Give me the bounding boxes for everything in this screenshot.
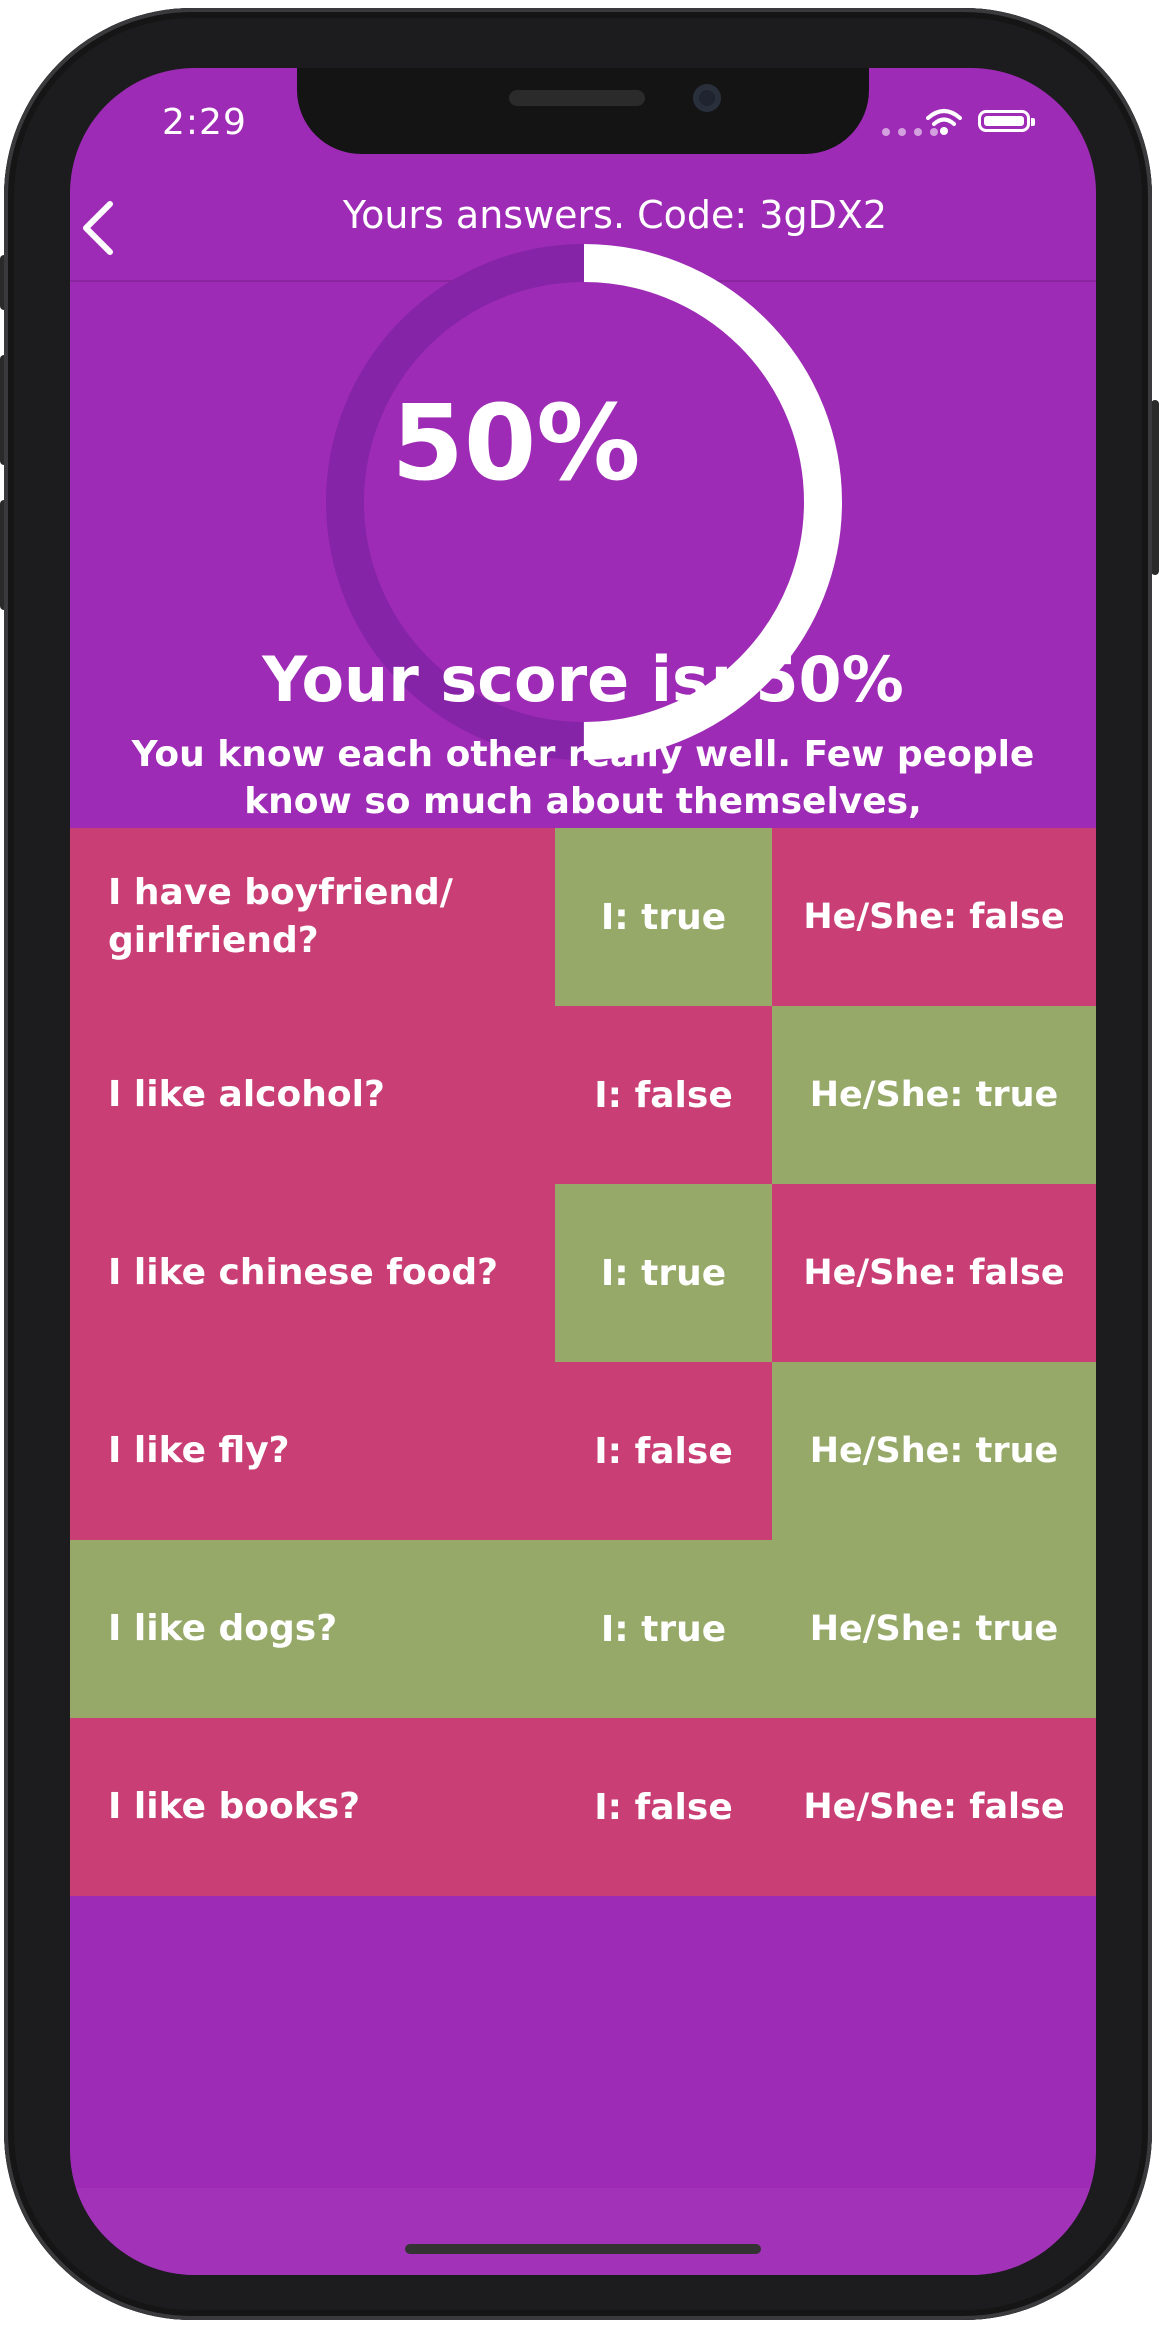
power-button bbox=[1151, 400, 1159, 575]
partner-answer-cell: He/She: true bbox=[772, 1540, 1096, 1718]
score-title: Your score is: 50% bbox=[262, 643, 904, 716]
partner-answer-cell: He/She: true bbox=[772, 1362, 1096, 1540]
phone-frame: 2:29 Yours answers. Code: 3gDX2 50% Your… bbox=[4, 8, 1152, 2320]
notch bbox=[297, 68, 869, 154]
my-answer-cell: I: true bbox=[555, 828, 772, 1006]
home-indicator[interactable] bbox=[405, 2244, 761, 2254]
question-cell: I have boyfriend/ girlfriend? bbox=[70, 828, 555, 1006]
my-answer-cell: I: true bbox=[555, 1184, 772, 1362]
answer-row: I like chinese food? I: true He/She: fal… bbox=[70, 1184, 1096, 1362]
my-answer-cell: I: false bbox=[555, 1718, 772, 1896]
my-answer-cell: I: false bbox=[555, 1006, 772, 1184]
my-answer-cell: I: false bbox=[555, 1362, 772, 1540]
my-answer-cell: I: true bbox=[555, 1540, 772, 1718]
question-cell: I like chinese food? bbox=[70, 1184, 555, 1362]
question-cell: I like books? bbox=[70, 1718, 555, 1896]
answer-row: I like alcohol? I: false He/She: true bbox=[70, 1006, 1096, 1184]
front-camera bbox=[693, 84, 721, 112]
battery-icon bbox=[978, 110, 1035, 132]
speaker-grille bbox=[509, 90, 645, 106]
answer-row: I like fly? I: false He/She: true bbox=[70, 1362, 1096, 1540]
wifi-icon bbox=[926, 109, 962, 135]
answer-row: I like dogs? I: true He/She: true bbox=[70, 1540, 1096, 1718]
back-button[interactable] bbox=[70, 188, 140, 268]
bottom-bar bbox=[70, 2188, 1096, 2275]
app-screen: 2:29 Yours answers. Code: 3gDX2 50% Your… bbox=[70, 68, 1096, 2275]
answer-row: I like books? I: false He/She: false bbox=[70, 1718, 1096, 1896]
chevron-left-icon bbox=[83, 201, 113, 255]
answers-table: I have boyfriend/ girlfriend? I: true He… bbox=[70, 828, 1096, 1896]
status-time: 2:29 bbox=[162, 102, 247, 143]
partner-answer-cell: He/She: true bbox=[772, 1006, 1096, 1184]
partner-answer-cell: He/She: false bbox=[772, 1184, 1096, 1362]
partner-answer-cell: He/She: false bbox=[772, 828, 1096, 1006]
page-title: Yours answers. Code: 3gDX2 bbox=[342, 193, 888, 237]
question-cell: I like dogs? bbox=[70, 1540, 555, 1718]
partner-answer-cell: He/She: false bbox=[772, 1718, 1096, 1896]
score-percent: 50% bbox=[391, 382, 641, 504]
question-cell: I like alcohol? bbox=[70, 1006, 555, 1184]
answer-row: I have boyfriend/ girlfriend? I: true He… bbox=[70, 828, 1096, 1006]
question-cell: I like fly? bbox=[70, 1362, 555, 1540]
